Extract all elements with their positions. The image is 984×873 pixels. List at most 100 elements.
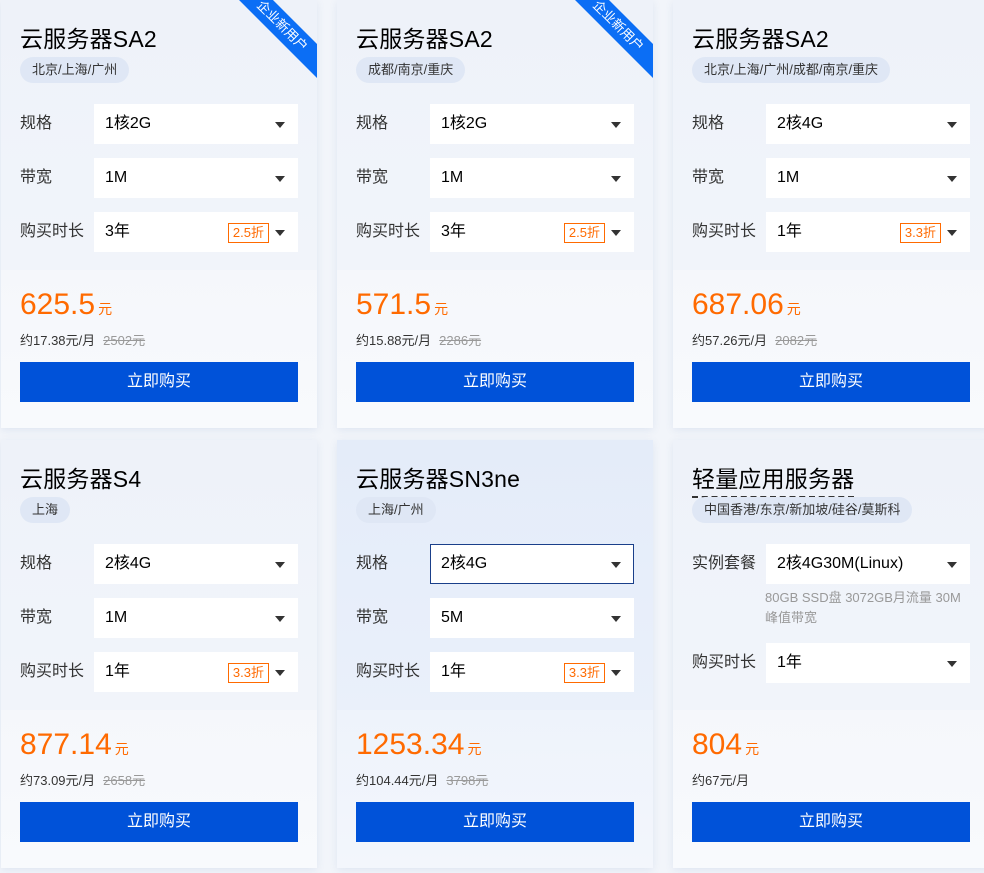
discount-badge: 3.3折 [227,663,269,683]
region-badge: 成都/南京/重庆 [356,57,466,83]
product-card-s4: 云服务器S4 上海 规格 2核4G 带宽 1M 购买时长 1年 3.3折 877.… [1,440,317,868]
bandwidth-label: 带宽 [356,169,389,186]
region-badge: 北京/上海/广州 [20,57,130,83]
chevron-down-icon [947,562,957,568]
chevron-down-icon [275,230,285,236]
bandwidth-select[interactable]: 5M [430,598,634,638]
duration-select[interactable]: 1年 3.3折 [94,652,298,692]
price: 571.5 元 [356,288,449,321]
discount-badge: 2.5折 [563,223,605,243]
buy-now-button[interactable]: 立即购买 [356,802,634,842]
duration-row: 购买时长 1年 3.3折 [20,652,298,692]
duration-row: 购买时长 3年 2.5折 [20,212,298,252]
monthly-price: 约73.09元/月 2658元 [20,773,146,788]
bandwidth-select[interactable]: 1M [94,598,298,638]
monthly-price: 约17.38元/月 2502元 [20,333,146,348]
product-title[interactable]: 轻量应用服务器 [692,460,855,498]
chevron-down-icon [275,616,285,622]
product-title: 云服务器SA2 [356,26,493,52]
bandwidth-label: 带宽 [356,609,389,626]
chevron-down-icon [947,122,957,128]
monthly-price: 约104.44元/月 3798元 [356,773,489,788]
original-price: 2286元 [439,333,482,348]
spec-select[interactable]: 2核4G [94,544,298,584]
chevron-down-icon [611,562,621,568]
buy-now-button[interactable]: 立即购买 [20,802,298,842]
duration-label: 购买时长 [356,223,421,240]
chevron-down-icon [275,176,285,182]
chevron-down-icon [611,176,621,182]
chevron-down-icon [947,230,957,236]
price: 625.5 元 [20,288,113,321]
region-badge: 上海/广州 [356,497,436,523]
buy-now-button[interactable]: 立即购买 [692,362,970,402]
duration-select[interactable]: 3年 2.5折 [94,212,298,252]
duration-label: 购买时长 [20,663,85,680]
spec-row: 规格 2核4G [20,544,298,584]
spec-label: 规格 [356,555,389,572]
package-note: 80GB SSD盘 3072GB月流量 30M 峰值带宽 [765,590,961,625]
buy-now-button[interactable]: 立即购买 [20,362,298,402]
product-card-sn3ne: 云服务器SN3ne 上海/广州 规格 2核4G 带宽 5M 购买时长 1年 3.3… [337,440,653,868]
duration-select[interactable]: 1年 3.3折 [766,212,970,252]
spec-label: 规格 [692,115,725,132]
spec-select[interactable]: 2核4G [766,104,970,144]
region-badge: 上海 [20,497,71,523]
package-row: 实例套餐 2核4G30M(Linux) [692,544,970,584]
duration-row: 购买时长 1年 3.3折 [692,212,970,252]
price-area: 804 元 约67元/月 立即购买 [673,710,984,868]
chevron-down-icon [275,670,285,676]
spec-row: 规格 2核4G [692,104,970,144]
duration-row: 购买时长 3年 2.5折 [356,212,634,252]
bandwidth-select[interactable]: 1M [766,158,970,198]
product-title: 云服务器SN3ne [356,466,521,492]
chevron-down-icon [611,616,621,622]
duration-label: 购买时长 [356,663,421,680]
monthly-price: 约15.88元/月 2286元 [356,333,482,348]
package-label: 实例套餐 [692,555,757,572]
new-enterprise-ribbon: 企业新用户 [556,0,653,88]
product-title: 云服务器SA2 [20,26,157,52]
buy-now-button[interactable]: 立即购买 [692,802,970,842]
duration-select[interactable]: 1年 [766,643,970,683]
chevron-down-icon [611,230,621,236]
bandwidth-label: 带宽 [20,169,53,186]
product-title: 云服务器SA2 [692,26,829,52]
price: 804 元 [692,728,760,761]
bandwidth-row: 带宽 1M [20,598,298,638]
bandwidth-row: 带宽 1M [692,158,970,198]
original-price: 2082元 [775,333,818,348]
price-area: 687.06 元 约57.26元/月 2082元 立即购买 [673,270,984,428]
spec-label: 规格 [20,555,53,572]
spec-select[interactable]: 1核2G [94,104,298,144]
original-price: 3798元 [446,773,489,788]
monthly-price: 约57.26元/月 2082元 [692,333,818,348]
region-badge: 北京/上海/广州/成都/南京/重庆 [692,57,891,83]
discount-badge: 3.3折 [899,223,941,243]
spec-select[interactable]: 2核4G [430,544,634,584]
price-area: 625.5 元 约17.38元/月 2502元 立即购买 [1,270,317,428]
price: 687.06 元 [692,288,801,321]
spec-row: 规格 1核2G [356,104,634,144]
duration-select[interactable]: 1年 3.3折 [430,652,634,692]
package-select[interactable]: 2核4G30M(Linux) [766,544,970,584]
bandwidth-select[interactable]: 1M [94,158,298,198]
duration-select[interactable]: 3年 2.5折 [430,212,634,252]
discount-badge: 2.5折 [227,223,269,243]
bandwidth-row: 带宽 5M [356,598,634,638]
monthly-price: 约67元/月 [692,773,750,788]
price-area: 571.5 元 约15.88元/月 2286元 立即购买 [337,270,653,428]
product-card-sa2-cnc: 企业新用户 云服务器SA2 成都/南京/重庆 规格 1核2G 带宽 1M 购买时… [337,0,653,428]
product-card-sa2-all: 云服务器SA2 北京/上海/广州/成都/南京/重庆 规格 2核4G 带宽 1M … [673,0,984,428]
product-title: 云服务器S4 [20,466,142,492]
buy-now-button[interactable]: 立即购买 [356,362,634,402]
bandwidth-select[interactable]: 1M [430,158,634,198]
new-enterprise-ribbon: 企业新用户 [220,0,317,88]
chevron-down-icon [947,176,957,182]
spec-select[interactable]: 1核2G [430,104,634,144]
spec-row: 规格 1核2G [20,104,298,144]
spec-row: 规格 2核4G [356,544,634,584]
chevron-down-icon [275,122,285,128]
product-card-sa2-bsg: 企业新用户 云服务器SA2 北京/上海/广州 规格 1核2G 带宽 1M 购买时… [1,0,317,428]
bandwidth-label: 带宽 [692,169,725,186]
